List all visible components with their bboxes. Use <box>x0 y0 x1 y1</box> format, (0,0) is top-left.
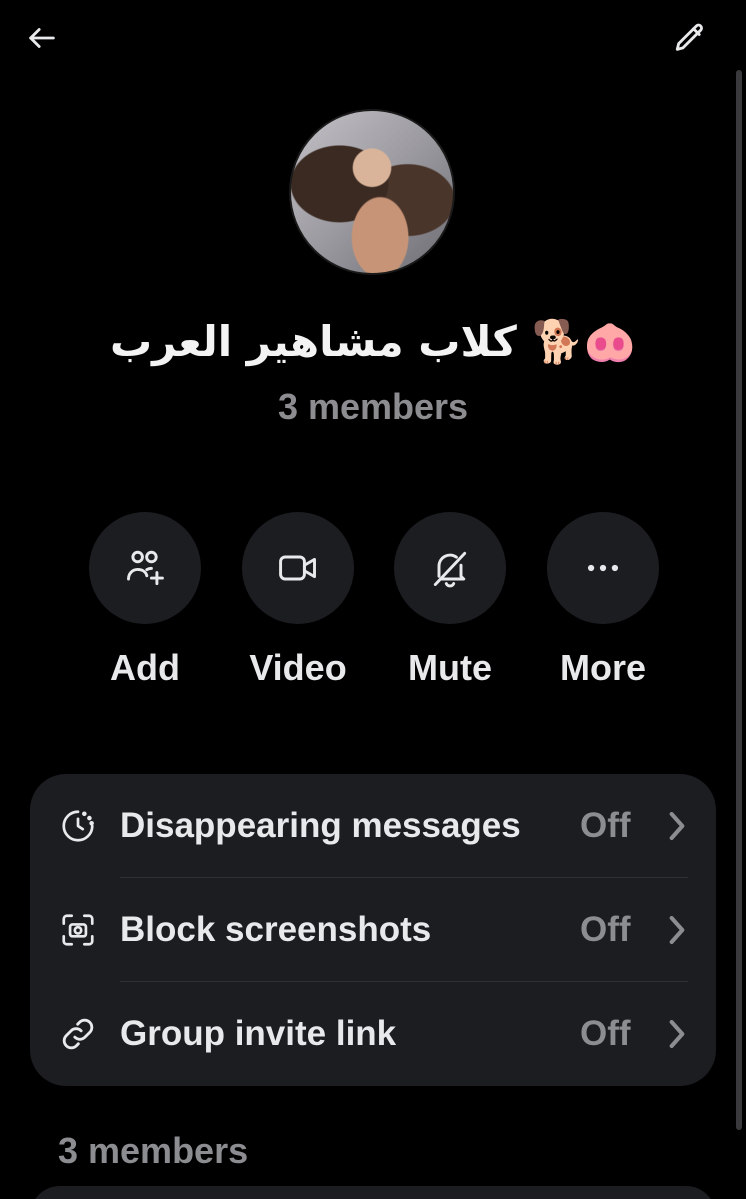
mute-button-circle[interactable] <box>394 512 506 624</box>
add-button-circle[interactable] <box>89 512 201 624</box>
timer-icon <box>58 806 98 846</box>
more-button-circle[interactable] <box>547 512 659 624</box>
back-button[interactable] <box>18 14 66 62</box>
chevron-right-icon <box>669 1020 685 1048</box>
video-button[interactable]: Video <box>227 512 367 702</box>
chevron-right-icon <box>669 812 685 840</box>
setting-group-invite-link[interactable]: Group invite link Off <box>30 982 716 1086</box>
members-list[interactable] <box>30 1186 716 1199</box>
more-dots-icon <box>587 564 619 572</box>
group-name: كلاب مشاهير العرب 🐕🐽 <box>109 317 637 366</box>
screenshot-icon <box>58 910 98 950</box>
setting-label: Block screenshots <box>120 910 432 949</box>
top-bar <box>0 0 746 80</box>
arrow-left-icon <box>29 28 55 48</box>
video-label: Video <box>249 647 347 688</box>
video-button-circle[interactable] <box>242 512 354 624</box>
group-info-screen: كلاب مشاهير العرب 🐕🐽 3 members Add Video… <box>0 0 746 1199</box>
bell-off-icon <box>433 551 467 588</box>
mute-label: Mute <box>408 647 492 688</box>
setting-label: Disappearing messages <box>120 806 521 845</box>
action-buttons: Add Video Mute More <box>0 512 746 702</box>
more-button[interactable]: More <box>532 512 672 702</box>
pencil-icon <box>675 23 703 51</box>
link-icon <box>58 1014 98 1054</box>
setting-block-screenshots[interactable]: Block screenshots Off <box>30 878 716 982</box>
members-heading: 3 members <box>58 1130 249 1171</box>
setting-disappearing-messages[interactable]: Disappearing messages Off <box>30 774 716 878</box>
add-label: Add <box>110 647 180 688</box>
group-avatar[interactable] <box>289 109 455 275</box>
settings-card: Disappearing messages Off Block screensh… <box>30 774 716 1086</box>
video-camera-icon <box>279 555 316 581</box>
setting-value: Off <box>580 910 631 949</box>
setting-value: Off <box>580 1014 631 1053</box>
setting-label: Group invite link <box>120 1014 397 1053</box>
member-count: 3 members <box>277 386 469 427</box>
chevron-right-icon <box>669 916 685 944</box>
setting-value: Off <box>580 806 631 845</box>
mute-button[interactable]: Mute <box>379 512 519 702</box>
add-button[interactable]: Add <box>74 512 214 702</box>
add-people-icon <box>127 550 164 586</box>
edit-button[interactable] <box>666 14 714 62</box>
more-label: More <box>559 647 646 688</box>
